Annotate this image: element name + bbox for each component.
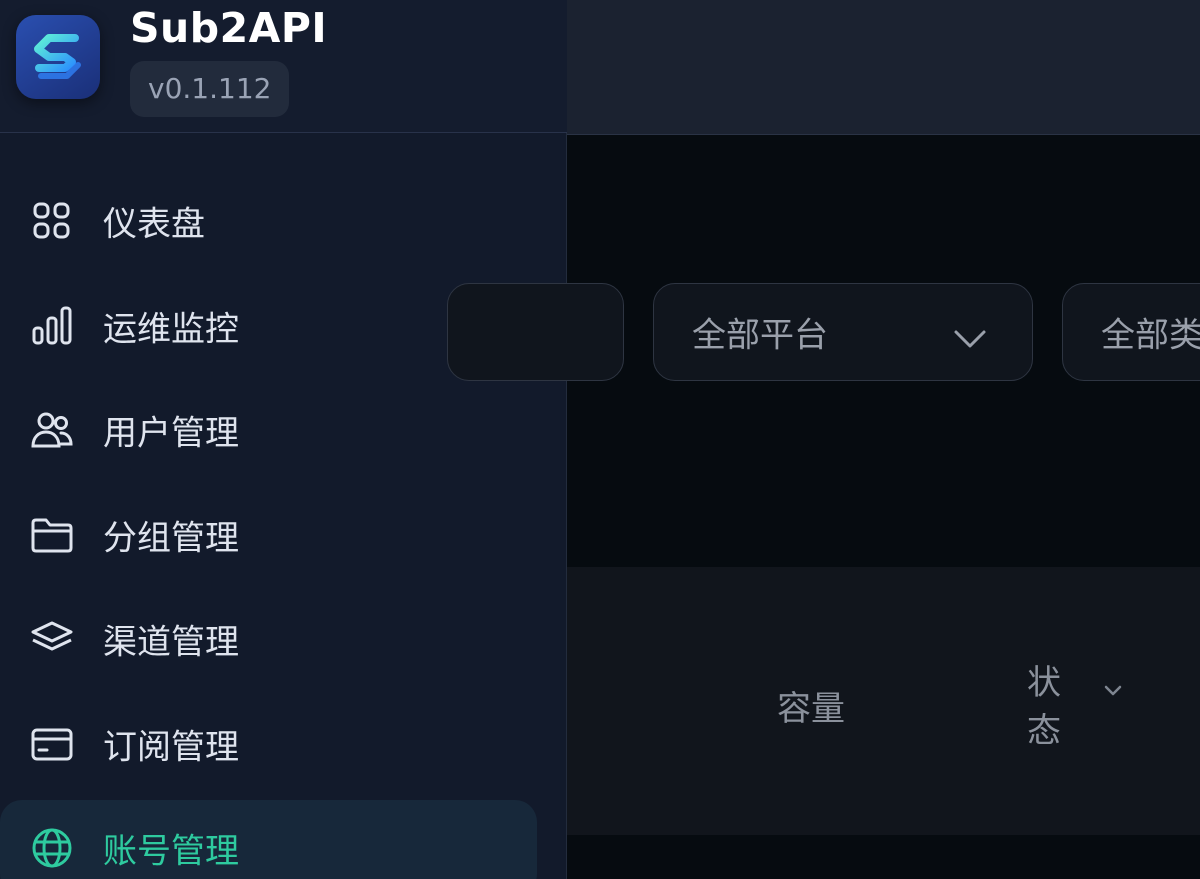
sidebar-item-label: 渠道管理 — [103, 622, 239, 663]
type-filter-value: 全部类 — [1101, 315, 1200, 356]
table-header: 容量 状 态 — [567, 567, 1200, 835]
sidebar-item-label: 用户管理 — [103, 413, 239, 454]
sidebar-item-accounts[interactable]: 账号管理 — [0, 800, 537, 879]
sidebar-item-dashboard[interactable]: 仪表盘 — [0, 173, 537, 269]
platform-filter-value: 全部平台 — [692, 315, 828, 356]
sidebar-item-subscriptions[interactable]: 订阅管理 — [0, 696, 537, 792]
sidebar-item-users[interactable]: 用户管理 — [0, 382, 537, 478]
sidebar-item-label: 账号管理 — [103, 831, 239, 872]
app-root: Sub2API v0.1.112 仪表盘 运维监控 用户管理 分组管理 渠道管理… — [0, 0, 1200, 879]
sidebar-item-label: 运维监控 — [103, 309, 239, 350]
dashboard-grid-icon — [30, 199, 74, 243]
sidebar-item-groups[interactable]: 分组管理 — [0, 487, 537, 583]
column-header-status[interactable]: 状 态 — [1027, 655, 1127, 755]
sort-chevron-icon[interactable] — [1103, 683, 1123, 702]
app-name: Sub2API — [130, 4, 328, 52]
brand-header: Sub2API v0.1.112 — [0, 0, 567, 133]
status-header-line1: 状 — [1027, 663, 1061, 703]
sidebar: Sub2API v0.1.112 仪表盘 运维监控 用户管理 分组管理 渠道管理… — [0, 0, 567, 879]
bar-chart-icon — [30, 304, 74, 348]
folder-icon — [30, 513, 74, 557]
main-area: 全部平台 全部类 容量 状 态 — [447, 0, 1200, 879]
search-input[interactable] — [447, 283, 624, 381]
platform-filter-select[interactable]: 全部平台 — [653, 283, 1033, 381]
globe-icon — [30, 826, 74, 870]
sidebar-item-label: 仪表盘 — [103, 204, 205, 245]
credit-card-icon — [30, 722, 74, 766]
s-logo-icon[interactable] — [16, 15, 100, 99]
version-badge: v0.1.112 — [130, 61, 290, 117]
chevron-down-icon — [952, 320, 988, 348]
type-filter-select[interactable]: 全部类 — [1062, 283, 1200, 381]
column-header-capacity[interactable]: 容量 — [777, 681, 845, 730]
layers-icon — [30, 617, 74, 661]
sidebar-item-channels[interactable]: 渠道管理 — [0, 591, 537, 687]
status-header-line2: 态 — [1027, 711, 1061, 751]
sidebar-item-label: 订阅管理 — [103, 727, 239, 768]
sidebar-item-label: 分组管理 — [103, 518, 239, 559]
top-bar — [567, 0, 1200, 135]
users-icon — [30, 408, 74, 452]
